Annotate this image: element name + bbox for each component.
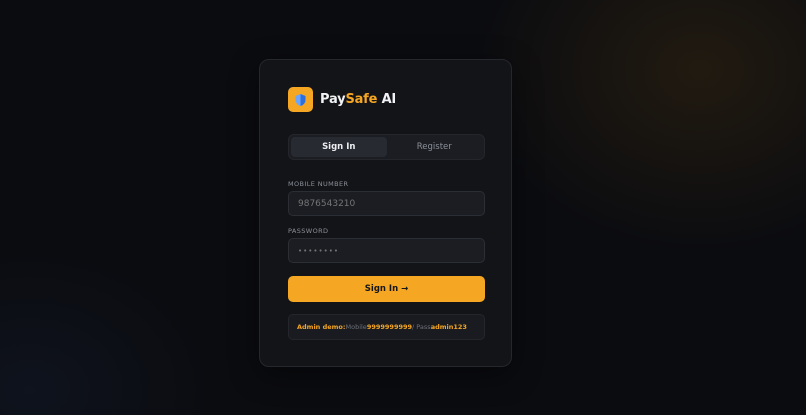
logo [288,87,313,112]
mobile-input[interactable] [288,191,485,216]
admin-demo-sep-text: / Pass [412,323,431,331]
password-input[interactable] [288,238,485,263]
admin-demo-pass-value: admin123 [430,323,467,331]
admin-demo-prefix: Admin demo: [297,323,346,331]
login-card: PaySafe AI Sign In Register MOBILE NUMBE… [259,59,512,367]
brand-name-part1: Pay [320,92,346,107]
sign-in-button[interactable]: Sign In → [288,276,485,302]
brand-name: PaySafe AI [320,92,396,107]
admin-demo-hint: Admin demo: Mobile 9999999999 / Pass adm… [288,314,485,340]
brand-name-part2: Safe [345,92,378,107]
brand-name-part3: AI [377,92,397,107]
auth-tabs: Sign In Register [288,134,485,160]
tab-register[interactable]: Register [387,137,483,157]
tab-sign-in[interactable]: Sign In [291,137,387,157]
admin-demo-mobile-value: 9999999999 [366,323,413,331]
mobile-label: MOBILE NUMBER [288,180,349,188]
password-label: PASSWORD [288,227,329,235]
admin-demo-mobile-text: Mobile [345,323,367,331]
shield-icon [295,93,306,106]
brand: PaySafe AI [288,87,396,112]
